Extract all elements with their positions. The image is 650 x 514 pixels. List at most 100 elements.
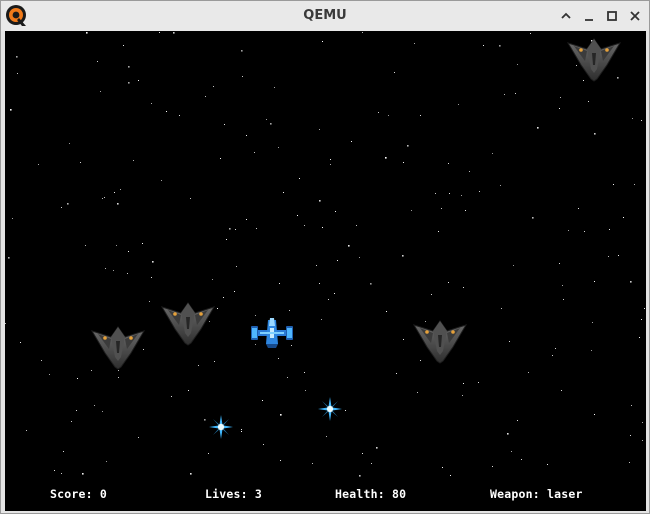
star <box>179 115 180 116</box>
star <box>5 323 6 324</box>
star <box>128 251 129 252</box>
star <box>17 73 18 74</box>
star <box>229 228 231 230</box>
star <box>492 153 493 154</box>
energy-star-icon <box>318 397 342 421</box>
star <box>326 436 327 437</box>
star <box>171 396 172 397</box>
star <box>478 382 479 383</box>
star <box>123 45 124 46</box>
star <box>641 120 642 121</box>
star <box>16 56 18 58</box>
star <box>319 129 320 130</box>
star <box>578 208 579 209</box>
star <box>319 200 321 202</box>
star <box>117 203 119 205</box>
star <box>449 193 450 194</box>
star <box>513 265 514 266</box>
star <box>560 97 561 98</box>
star <box>120 189 121 190</box>
star <box>10 109 12 111</box>
star <box>634 184 635 185</box>
star <box>236 266 237 267</box>
star <box>226 239 227 240</box>
star <box>133 160 134 161</box>
star <box>127 273 128 274</box>
star <box>630 281 632 283</box>
star <box>594 414 595 415</box>
star <box>316 265 317 266</box>
star <box>594 281 595 282</box>
star <box>469 171 470 172</box>
star <box>631 405 632 406</box>
star <box>618 255 619 256</box>
star <box>49 374 50 375</box>
minimize-icon[interactable] <box>581 8 597 24</box>
star <box>465 210 466 211</box>
star <box>584 231 585 232</box>
game-screen[interactable]: Score: 0 Lives: 3 Health: 80 Weapon: las… <box>5 31 646 511</box>
star <box>214 361 215 362</box>
close-icon[interactable] <box>627 8 643 24</box>
star <box>501 308 502 309</box>
star <box>431 294 432 295</box>
star <box>483 45 484 46</box>
energy-star-icon <box>209 415 233 439</box>
star <box>441 208 442 209</box>
star <box>305 390 306 391</box>
starfield-background <box>5 32 645 477</box>
star <box>173 32 175 34</box>
star <box>371 463 372 464</box>
star <box>461 195 462 196</box>
star <box>629 462 630 463</box>
qemu-window: QEMU Score: 0 Lives: 3 Health: 80 Weapon… <box>0 0 650 514</box>
star <box>262 400 263 401</box>
enemy-ship-icon <box>413 320 467 364</box>
star <box>198 365 199 366</box>
maximize-icon[interactable] <box>604 8 620 24</box>
star <box>521 459 522 460</box>
chevron-up-icon[interactable] <box>558 8 574 24</box>
star <box>356 225 357 226</box>
star <box>220 158 221 159</box>
score-label: Score: 0 <box>50 487 107 501</box>
enemy-ship-icon <box>567 38 621 82</box>
star <box>330 159 331 160</box>
star <box>563 299 564 300</box>
star <box>241 50 243 52</box>
star <box>613 184 614 185</box>
weapon-label: Weapon: laser <box>490 487 583 501</box>
star <box>517 420 518 421</box>
star <box>348 245 350 247</box>
star <box>641 319 642 320</box>
star <box>235 229 236 230</box>
star <box>270 123 272 125</box>
star <box>414 43 415 44</box>
star <box>362 453 363 454</box>
star <box>608 256 609 257</box>
title-bar[interactable]: QEMU <box>1 1 649 31</box>
star <box>537 127 539 129</box>
star <box>20 342 21 343</box>
enemy-ship-icon <box>161 302 215 346</box>
star <box>328 299 329 300</box>
star <box>128 66 130 68</box>
star <box>394 72 395 73</box>
star <box>100 91 101 92</box>
window-title: QEMU <box>303 8 347 23</box>
star <box>378 112 379 113</box>
star <box>304 372 305 373</box>
star <box>142 243 143 244</box>
star <box>94 405 95 406</box>
star <box>568 230 569 231</box>
star <box>376 447 378 449</box>
lives-label: Lives: 3 <box>205 487 262 501</box>
star <box>71 421 72 422</box>
star <box>97 61 98 62</box>
star <box>63 451 64 452</box>
star <box>299 178 300 179</box>
star <box>102 411 103 412</box>
star <box>205 96 206 97</box>
star <box>644 308 645 309</box>
star <box>362 32 363 33</box>
